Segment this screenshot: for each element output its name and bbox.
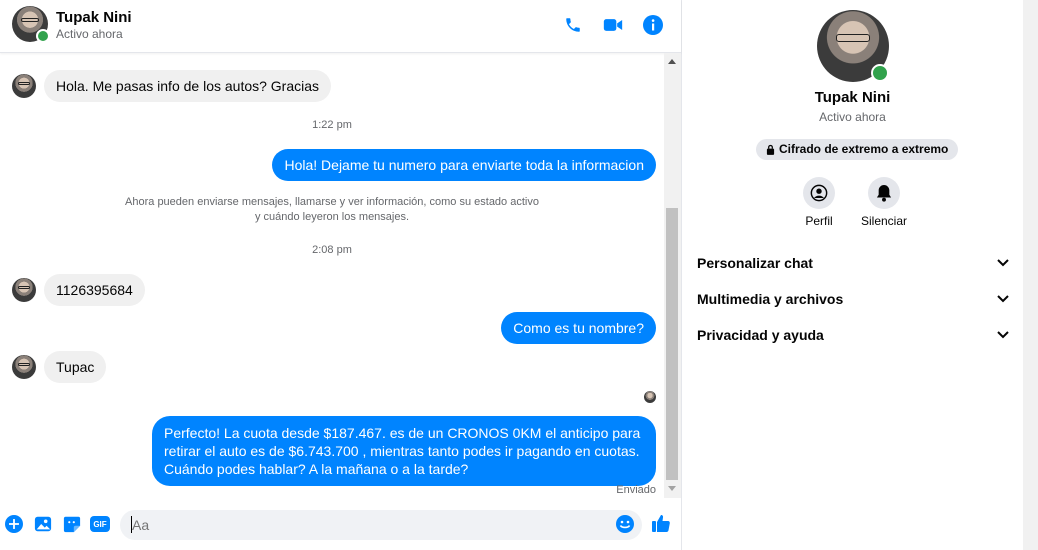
image-icon[interactable]	[33, 514, 53, 534]
info-icon[interactable]	[642, 14, 664, 36]
chat-panel: Tupak Nini Activo ahora Hola. Me pasas i…	[0, 0, 682, 550]
mute-button[interactable]	[868, 177, 900, 209]
profile-action[interactable]: Perfil	[784, 177, 854, 228]
mute-label: Silenciar	[860, 214, 908, 228]
online-indicator	[36, 29, 50, 43]
message-row: Perfecto! La cuota desde $187.467. es de…	[152, 416, 656, 486]
contact-status: Activo ahora	[56, 27, 123, 41]
scroll-up-icon[interactable]	[668, 59, 676, 64]
message-row: Hola! Dejame tu numero para enviarte tod…	[272, 149, 656, 181]
section-privacy-help[interactable]: Privacidad y ayuda	[697, 325, 1009, 345]
system-notice: Ahora pueden enviarse mensajes, llamarse…	[0, 195, 664, 225]
sticker-icon[interactable]	[62, 514, 82, 534]
chevron-down-icon	[997, 295, 1009, 303]
incoming-message[interactable]: Hola. Me pasas info de los autos? Gracia…	[44, 70, 332, 102]
message-list[interactable]: Hola. Me pasas info de los autos? Gracia…	[0, 53, 664, 498]
gif-icon[interactable]: GIF	[90, 514, 110, 534]
text-caret	[131, 516, 132, 533]
phone-icon[interactable]	[562, 14, 584, 36]
sender-avatar[interactable]	[12, 355, 36, 379]
chat-header: Tupak Nini Activo ahora	[0, 0, 681, 53]
scroll-down-icon[interactable]	[668, 486, 676, 491]
outgoing-message[interactable]: Perfecto! La cuota desde $187.467. es de…	[152, 416, 656, 486]
sender-avatar[interactable]	[12, 74, 36, 98]
system-notice-line: y cuándo leyeron los mensajes.	[254, 211, 410, 223]
incoming-message[interactable]: Tupac	[44, 351, 107, 383]
sender-avatar[interactable]	[12, 278, 36, 302]
seen-avatar	[644, 391, 656, 403]
video-icon[interactable]	[602, 14, 624, 36]
section-label: Multimedia y archivos	[697, 291, 844, 307]
sent-status: Enviado	[616, 484, 656, 496]
section-label: Personalizar chat	[697, 255, 813, 271]
info-scrollbar[interactable]	[1023, 0, 1038, 550]
profile-status: Activo ahora	[819, 110, 886, 124]
timestamp: 1:22 pm	[312, 119, 352, 131]
plus-icon[interactable]	[4, 514, 24, 534]
profile-icon	[810, 184, 828, 202]
section-label: Privacidad y ayuda	[697, 327, 824, 343]
message-input[interactable]	[120, 510, 642, 540]
info-panel: Tupak Nini Activo ahora Cifrado de extre…	[682, 0, 1023, 550]
encryption-badge[interactable]: Cifrado de extremo a extremo	[756, 139, 959, 160]
message-row: 1126395684	[12, 274, 145, 306]
profile-name: Tupak Nini	[814, 89, 891, 106]
gif-label: GIF	[90, 516, 110, 532]
encryption-label: Cifrado de extremo a extremo	[779, 142, 949, 156]
chevron-down-icon	[997, 259, 1009, 267]
section-media-files[interactable]: Multimedia y archivos	[697, 289, 1009, 309]
profile-button[interactable]	[803, 177, 835, 209]
profile-label: Perfil	[805, 214, 833, 228]
section-customize-chat[interactable]: Personalizar chat	[697, 253, 1009, 273]
mute-action[interactable]: Silenciar	[849, 177, 919, 228]
emoji-icon[interactable]	[615, 514, 635, 534]
bell-icon	[876, 185, 892, 202]
message-row: Hola. Me pasas info de los autos? Gracia…	[12, 70, 332, 102]
like-icon[interactable]	[651, 513, 671, 533]
outgoing-message[interactable]: Como es tu nombre?	[501, 312, 656, 344]
lock-icon	[766, 144, 775, 155]
outgoing-message[interactable]: Hola! Dejame tu numero para enviarte tod…	[272, 149, 656, 181]
timestamp: 2:08 pm	[312, 244, 352, 256]
contact-name[interactable]: Tupak Nini	[56, 9, 132, 26]
composer: GIF	[0, 506, 681, 546]
message-row: Tupac	[12, 351, 107, 383]
scroll-thumb[interactable]	[666, 208, 678, 480]
online-indicator	[871, 64, 889, 82]
message-row: Como es tu nombre?	[501, 312, 656, 344]
message-scrollbar[interactable]	[664, 53, 681, 498]
incoming-message[interactable]: 1126395684	[44, 274, 145, 306]
system-notice-line: Ahora pueden enviarse mensajes, llamarse…	[125, 196, 539, 208]
chevron-down-icon	[997, 331, 1009, 339]
